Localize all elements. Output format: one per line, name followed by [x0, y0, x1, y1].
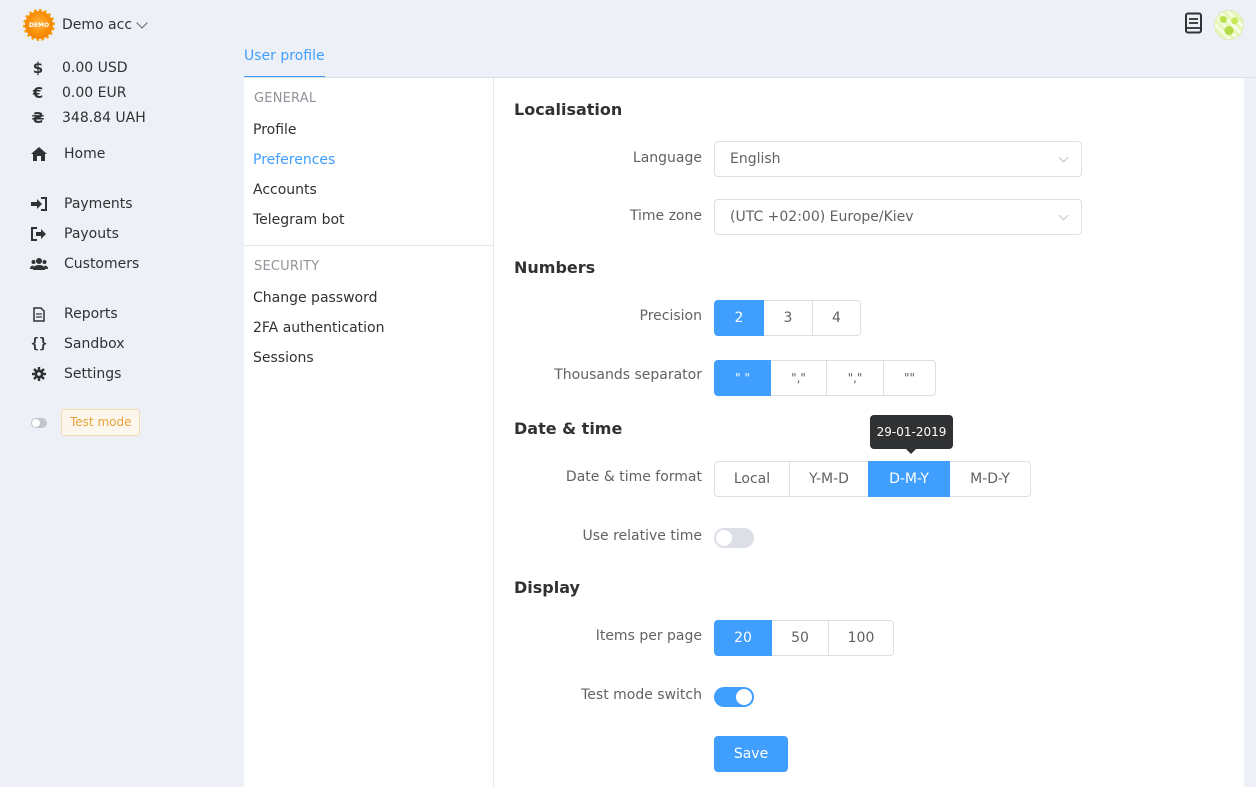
relative-time-label: Use relative time — [582, 528, 703, 544]
format-option-dmy[interactable]: D-M-Y — [868, 461, 950, 497]
nav-label: Customers — [64, 256, 140, 272]
account-switcher[interactable]: DEMO Demo acc — [23, 9, 148, 41]
nav-item-payments[interactable]: Payments — [30, 189, 139, 219]
nav-item-home[interactable]: Home — [30, 139, 105, 169]
datetime-format-label: Date & time format — [565, 469, 702, 485]
precision-option-4[interactable]: 4 — [812, 300, 861, 336]
users-icon — [30, 255, 48, 273]
demo-logo-icon: DEMO — [23, 9, 55, 41]
nav-item-sandbox[interactable]: {} Sandbox — [30, 329, 125, 359]
file-icon — [30, 305, 48, 323]
preferences-form: Localisation Language English Time zone … — [494, 78, 1244, 787]
menu-item-change-password[interactable]: Change password — [244, 283, 493, 313]
section-title-display: Display — [514, 578, 580, 597]
section-title-numbers: Numbers — [514, 258, 596, 277]
menu-heading-general: GENERAL — [254, 91, 317, 106]
separator-option-none[interactable]: "" — [883, 360, 936, 396]
hryvnia-icon: ₴ — [31, 108, 45, 127]
logo-text: DEMO — [28, 21, 50, 29]
nav-label: Sandbox — [64, 336, 125, 352]
sign-in-icon — [30, 195, 48, 213]
language-label: Language — [632, 150, 702, 166]
chevron-down-icon — [1058, 152, 1069, 163]
timezone-value: (UTC +02:00) Europe/Kiev — [730, 209, 914, 225]
balance-value: 348.84 UAH — [62, 109, 146, 126]
thousands-separator-group: " " "," "," "" — [714, 360, 936, 396]
section-title-localisation: Localisation — [514, 100, 623, 119]
precision-label: Precision — [639, 308, 702, 324]
language-value: English — [730, 151, 781, 167]
menu-item-sessions[interactable]: Sessions — [244, 343, 493, 373]
items-per-page-label: Items per page — [595, 628, 702, 644]
separator-option-comma[interactable]: "," — [770, 360, 827, 396]
items-option-100[interactable]: 100 — [828, 620, 894, 656]
balance-uah: ₴ 348.84 UAH — [30, 105, 146, 130]
euro-icon: € — [32, 83, 44, 102]
nav-group-tools: Reports {} Sandbox Settings — [30, 299, 125, 389]
timezone-select[interactable]: (UTC +02:00) Europe/Kiev — [714, 199, 1082, 235]
format-option-ymd[interactable]: Y-M-D — [789, 461, 869, 497]
language-select[interactable]: English — [714, 141, 1082, 177]
balances: $ 0.00 USD € 0.00 EUR ₴ 348.84 UAH — [30, 55, 146, 130]
items-option-20[interactable]: 20 — [714, 620, 772, 656]
datetime-format-group: Local Y-M-D D-M-Y M-D-Y — [714, 461, 1031, 497]
relative-time-switch[interactable] — [714, 528, 754, 548]
nav-label: Payments — [64, 196, 133, 212]
timezone-label: Time zone — [629, 208, 702, 224]
balance-usd: $ 0.00 USD — [30, 55, 146, 80]
avatar[interactable] — [1214, 10, 1244, 40]
nav-label: Reports — [64, 306, 118, 322]
gear-icon — [30, 365, 48, 383]
balance-value: 0.00 USD — [62, 59, 128, 76]
section-title-datetime: Date & time — [514, 419, 623, 438]
precision-option-2[interactable]: 2 — [714, 300, 764, 336]
top-icons — [1184, 10, 1244, 40]
chevron-down-icon — [1058, 210, 1069, 221]
test-mode-toggle[interactable] — [31, 417, 47, 428]
tab-user-profile[interactable]: User profile — [244, 48, 325, 78]
menu-item-preferences[interactable]: Preferences — [244, 145, 493, 175]
nav-label: Home — [64, 146, 106, 162]
home-icon — [30, 145, 48, 163]
profile-menu: GENERAL Profile Preferences Accounts Tel… — [244, 78, 494, 787]
account-name: Demo acc — [62, 17, 133, 33]
precision-group: 2 3 4 — [714, 300, 861, 336]
nav-group-home: Home — [30, 139, 105, 169]
menu-divider — [244, 245, 493, 246]
balance-value: 0.00 EUR — [62, 84, 127, 101]
precision-option-3[interactable]: 3 — [763, 300, 813, 336]
test-mode-indicator: Test mode — [31, 409, 141, 436]
sign-out-icon — [30, 225, 48, 243]
thousands-separator-label: Thousands separator — [554, 367, 702, 383]
balance-eur: € 0.00 EUR — [30, 80, 146, 105]
nav-item-payouts[interactable]: Payouts — [30, 219, 139, 249]
test-mode-switch-label: Test mode switch — [581, 687, 702, 703]
nav-item-settings[interactable]: Settings — [30, 359, 125, 389]
format-option-local[interactable]: Local — [714, 461, 790, 497]
chevron-down-icon — [136, 17, 148, 29]
items-option-50[interactable]: 50 — [771, 620, 829, 656]
sidebar: DEMO Demo acc $ 0.00 USD € 0.00 EUR ₴ 34… — [0, 0, 244, 787]
nav-label: Payouts — [64, 226, 119, 242]
menu-item-telegram-bot[interactable]: Telegram bot — [244, 205, 493, 235]
save-button[interactable]: Save — [714, 736, 788, 772]
test-mode-badge: Test mode — [61, 409, 141, 436]
format-option-mdy[interactable]: M-D-Y — [949, 461, 1031, 497]
separator-option-space[interactable]: " " — [714, 360, 771, 396]
nav-group-money: Payments Payouts Customers — [30, 189, 139, 279]
book-icon[interactable] — [1184, 12, 1204, 38]
separator-option-comma-alt[interactable]: "," — [826, 360, 884, 396]
menu-item-profile[interactable]: Profile — [244, 115, 493, 145]
braces-icon: {} — [30, 336, 48, 352]
nav-item-customers[interactable]: Customers — [30, 249, 139, 279]
dollar-icon: $ — [32, 58, 44, 77]
nav-label: Settings — [64, 366, 122, 382]
date-format-tooltip: 29-01-2019 — [870, 415, 953, 454]
test-mode-switch[interactable] — [714, 687, 754, 707]
menu-item-accounts[interactable]: Accounts — [244, 175, 493, 205]
items-per-page-group: 20 50 100 — [714, 620, 894, 656]
menu-item-2fa[interactable]: 2FA authentication — [244, 313, 493, 343]
menu-heading-security: SECURITY — [254, 259, 320, 274]
nav-item-reports[interactable]: Reports — [30, 299, 125, 329]
